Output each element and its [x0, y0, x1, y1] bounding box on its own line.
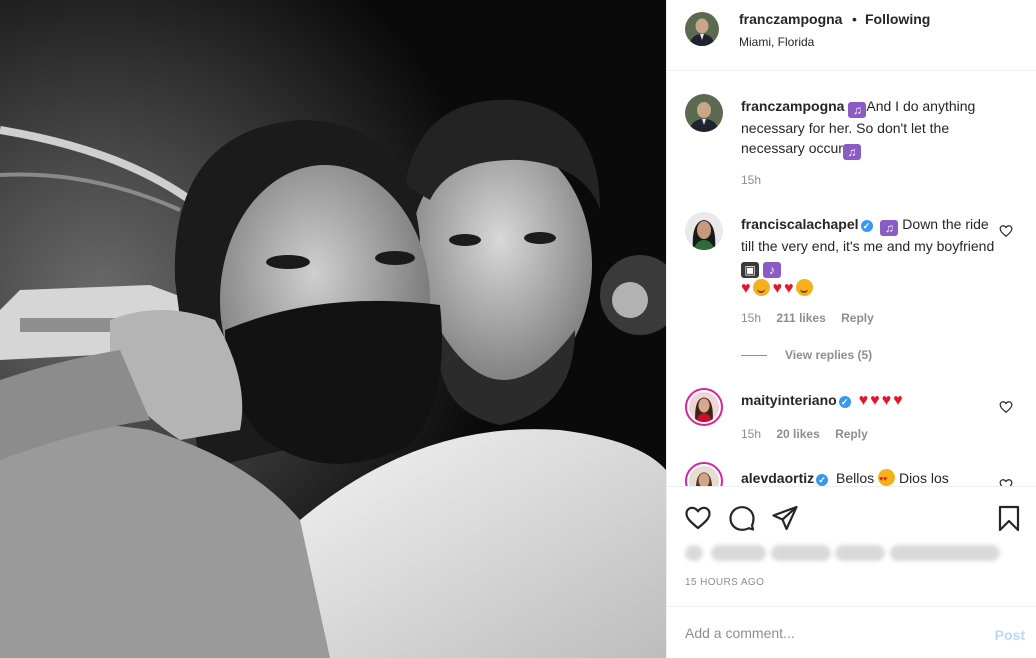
post-actions: 15 HOURS AGO	[667, 486, 1036, 606]
instagram-post: franczampogna • Following Miami, Florida…	[0, 0, 1036, 658]
red-heart-icon: ♥	[858, 392, 869, 409]
musical-note-icon: ♪	[762, 262, 781, 278]
author-avatar[interactable]	[685, 12, 719, 46]
comment-like-heart-icon[interactable]	[999, 478, 1013, 486]
speech-bubble-icon[interactable]	[728, 504, 756, 532]
post-photo[interactable]	[0, 0, 666, 658]
comment-time[interactable]: 15h	[741, 311, 761, 325]
post-header: franczampogna • Following Miami, Florida	[667, 0, 1036, 71]
view-replies-button[interactable]: View replies (5)	[741, 348, 872, 362]
divider-line	[741, 355, 767, 357]
caption-time[interactable]: 15h	[741, 173, 761, 187]
comment-like-heart-icon[interactable]	[999, 224, 1013, 238]
view-replies-label: View replies (5)	[785, 348, 873, 362]
following-button[interactable]: Following	[865, 11, 930, 27]
post-comment-button[interactable]: Post	[995, 627, 1025, 643]
verified-badge-icon: ✓	[816, 474, 829, 486]
heart-eyes-face-icon	[878, 469, 896, 486]
comment-input[interactable]	[685, 621, 975, 645]
musical-notes-icon: ♫	[842, 144, 861, 160]
comment-username[interactable]: alevdaortiz	[741, 470, 814, 486]
paper-plane-icon[interactable]	[771, 504, 799, 532]
comment-meta: 15h 20 likes Reply	[741, 427, 880, 441]
comment-username[interactable]: maityinteriano	[741, 392, 837, 408]
comment-body: Bellos	[836, 470, 875, 486]
post-side-panel: franczampogna • Following Miami, Florida…	[666, 0, 1036, 658]
comment-meta: 15h 211 likes Reply	[741, 311, 886, 325]
separator-dot: •	[852, 11, 857, 27]
bookmark-icon[interactable]	[995, 504, 1023, 532]
musical-notes-icon: ♫	[848, 102, 867, 118]
author-username[interactable]: franczampogna	[739, 11, 842, 27]
kiss-face-icon	[795, 279, 813, 296]
comment-text: maityinteriano ✓ ♥ ♥ ♥ ♥	[741, 390, 997, 410]
comment-time[interactable]: 15h	[741, 427, 761, 441]
caption-meta: 15h	[741, 173, 773, 187]
liked-by-blurred	[685, 543, 1005, 563]
caption-avatar[interactable]	[685, 94, 723, 132]
couple-selfie-image	[0, 0, 666, 658]
red-heart-icon: ♥	[870, 392, 880, 409]
comment-body-continued: Dios los	[898, 470, 949, 486]
reply-button[interactable]: Reply	[835, 427, 868, 441]
add-comment-bar: Post	[667, 606, 1036, 658]
comment-username[interactable]: franciscalachapel	[741, 216, 859, 232]
comment-text: alevdaortiz✓ Bellos Dios los	[741, 468, 997, 486]
verified-badge-icon: ✓	[860, 220, 873, 232]
red-heart-icon: ♥	[772, 280, 783, 297]
comment-text: franciscalachapel ✓ ♫ Down the ride till …	[741, 214, 997, 298]
boombox-icon: ▣	[741, 262, 759, 278]
red-heart-icon: ♥	[784, 280, 794, 297]
red-heart-icon: ♥	[741, 280, 751, 297]
reply-button[interactable]: Reply	[841, 311, 874, 325]
kiss-face-icon	[752, 279, 770, 296]
musical-notes-icon: ♫	[880, 220, 899, 236]
red-heart-icon: ♥	[893, 392, 903, 409]
comment-like-heart-icon[interactable]	[999, 400, 1013, 414]
comment-likes-count[interactable]: 211 likes	[776, 311, 825, 325]
comment-avatar[interactable]	[685, 462, 723, 486]
verified-badge-icon: ✓	[838, 396, 851, 408]
comments-list[interactable]: franczampogna ♫ And I do anything necessa…	[667, 72, 1036, 486]
comment-likes-count[interactable]: 20 likes	[776, 427, 819, 441]
comment-avatar[interactable]	[685, 388, 723, 426]
post-timestamp[interactable]: 15 HOURS AGO	[685, 577, 764, 588]
heart-outline-icon[interactable]	[684, 504, 712, 532]
comment-avatar[interactable]	[685, 212, 723, 250]
caption-text: franczampogna ♫ And I do anything necessa…	[741, 96, 997, 160]
location-link[interactable]: Miami, Florida	[739, 35, 814, 49]
caption-username[interactable]: franczampogna	[741, 98, 844, 114]
red-heart-icon: ♥	[881, 392, 892, 409]
